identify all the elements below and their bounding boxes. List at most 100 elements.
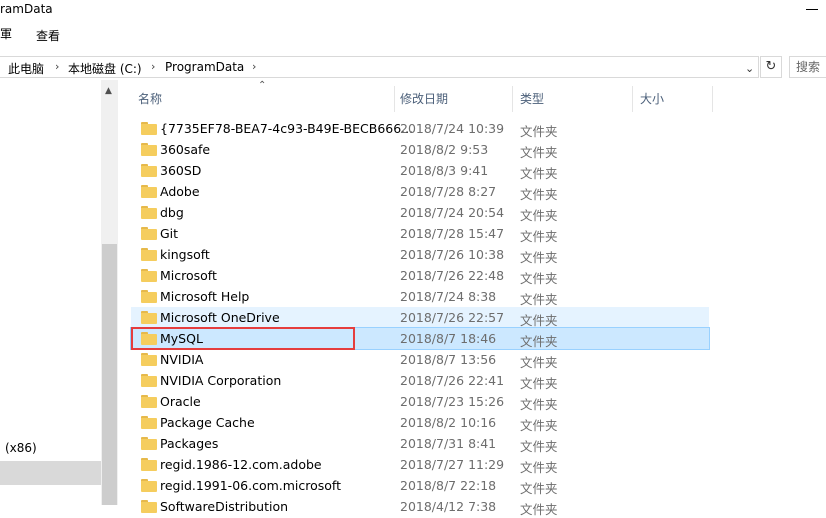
folder-icon <box>141 227 157 240</box>
ribbon-tab-partial[interactable]: 軍 <box>0 25 12 42</box>
list-item[interactable]: Git 2018/7/28 15:47 文件夹 <box>131 223 709 244</box>
file-name: Microsoft OneDrive <box>160 310 280 325</box>
file-type: 文件夹 <box>520 397 558 412</box>
nav-selected-item[interactable] <box>0 461 101 485</box>
list-item[interactable]: Microsoft OneDrive 2018/7/26 22:57 文件夹 <box>131 307 709 328</box>
tab-view[interactable]: 查看 <box>36 27 60 44</box>
file-name: Packages <box>160 436 219 451</box>
search-input[interactable]: 搜索 <box>789 56 826 78</box>
column-header-modified[interactable]: 修改日期 <box>394 86 513 112</box>
list-item[interactable]: kingsoft 2018/7/26 10:38 文件夹 <box>131 244 709 265</box>
file-modified-date: 2018/7/26 10:38 <box>400 247 505 262</box>
address-row: 此电脑 › 本地磁盘 (C:) › ProgramData › ⌄ ↻ 搜索 <box>0 54 826 80</box>
folder-icon <box>141 500 157 513</box>
nav-scrollbar[interactable]: ▲ <box>101 80 118 505</box>
file-type: 文件夹 <box>520 124 558 139</box>
file-name: SoftwareDistribution <box>160 499 289 514</box>
address-bar[interactable]: 此电脑 › 本地磁盘 (C:) › ProgramData › ⌄ <box>0 56 759 78</box>
refresh-icon: ↻ <box>765 59 777 74</box>
list-item[interactable]: SoftwareDistribution 2018/4/12 7:38 文件夹 <box>131 496 709 517</box>
list-item[interactable]: Package Cache 2018/8/2 10:16 文件夹 <box>131 412 709 433</box>
file-type: 文件夹 <box>520 334 558 349</box>
folder-icon <box>141 374 157 387</box>
file-name: regid.1991-06.com.microsoft <box>160 478 342 493</box>
file-name: Package Cache <box>160 415 255 430</box>
list-item[interactable]: Oracle 2018/7/23 15:26 文件夹 <box>131 391 709 412</box>
file-modified-date: 2018/8/7 22:18 <box>400 478 497 493</box>
folder-icon <box>141 479 157 492</box>
folder-icon <box>141 248 157 261</box>
file-modified-date: 2018/8/7 18:46 <box>400 331 497 346</box>
file-type: 文件夹 <box>520 460 558 475</box>
file-modified-date: 2018/7/26 22:41 <box>400 373 505 388</box>
refresh-button[interactable]: ↻ <box>760 56 782 78</box>
file-modified-date: 2018/8/2 10:16 <box>400 415 497 430</box>
window-title: ramData <box>0 2 53 16</box>
file-type: 文件夹 <box>520 418 558 433</box>
folder-icon <box>141 458 157 471</box>
list-item[interactable]: dbg 2018/7/24 20:54 文件夹 <box>131 202 709 223</box>
column-header-size[interactable]: 大小 <box>634 86 713 112</box>
column-header-type[interactable]: 类型 <box>514 86 633 112</box>
scroll-up-icon[interactable]: ▲ <box>105 86 112 96</box>
file-type: 文件夹 <box>520 250 558 265</box>
folder-icon <box>141 122 157 135</box>
file-name: Microsoft Help <box>160 289 250 304</box>
list-item[interactable]: 360safe 2018/8/2 9:53 文件夹 <box>131 139 709 160</box>
list-item[interactable]: regid.1986-12.com.adobe 2018/7/27 11:29 文件… <box>131 454 709 475</box>
address-history-dropdown-icon[interactable]: ⌄ <box>745 62 754 75</box>
folder-icon <box>141 269 157 282</box>
column-header-name[interactable]: 名称 <box>132 86 395 112</box>
breadcrumb-separator[interactable]: › <box>55 60 59 73</box>
file-modified-date: 2018/7/31 8:41 <box>400 436 497 451</box>
file-type: 文件夹 <box>520 187 558 202</box>
list-item[interactable]: NVIDIA 2018/8/7 13:56 文件夹 <box>131 349 709 370</box>
breadcrumb-separator[interactable]: › <box>151 60 155 73</box>
list-item[interactable]: Adobe 2018/7/28 8:27 文件夹 <box>131 181 709 202</box>
file-name: {7735EF78-BEA7-4c93-B49E-BECB666... <box>160 121 414 136</box>
list-item[interactable]: regid.1991-06.com.microsoft 2018/8/7 22:1… <box>131 475 709 496</box>
breadcrumb-local-disk[interactable]: 本地磁盘 (C:) <box>68 60 142 77</box>
file-modified-date: 2018/7/28 8:27 <box>400 184 497 199</box>
nav-item-x86[interactable]: (x86) <box>5 441 37 455</box>
file-name: regid.1986-12.com.adobe <box>160 457 322 472</box>
breadcrumb-separator[interactable]: › <box>252 60 256 73</box>
file-modified-date: 2018/7/26 22:57 <box>400 310 505 325</box>
file-name: 360safe <box>160 142 211 157</box>
list-item[interactable]: NVIDIA Corporation 2018/7/26 22:41 文件夹 <box>131 370 709 391</box>
file-name: Git <box>160 226 179 241</box>
file-type: 文件夹 <box>520 376 558 391</box>
list-item[interactable]: Microsoft Help 2018/7/24 8:38 文件夹 <box>131 286 709 307</box>
file-type: 文件夹 <box>520 481 558 496</box>
file-modified-date: 2018/8/2 9:53 <box>400 142 489 157</box>
list-item[interactable]: Packages 2018/7/31 8:41 文件夹 <box>131 433 709 454</box>
minimize-icon[interactable] <box>806 9 818 10</box>
file-type: 文件夹 <box>520 292 558 307</box>
breadcrumb-this-pc[interactable]: 此电脑 <box>8 60 44 77</box>
file-name: NVIDIA <box>160 352 204 367</box>
file-type: 文件夹 <box>520 208 558 223</box>
file-name: 360SD <box>160 163 202 178</box>
list-item[interactable]: {7735EF78-BEA7-4c93-B49E-BECB666... 2018/… <box>131 118 709 139</box>
highlight-annotation <box>131 327 355 350</box>
nav-scrollbar-thumb[interactable] <box>102 244 117 505</box>
file-name: Oracle <box>160 394 201 409</box>
file-type: 文件夹 <box>520 145 558 160</box>
file-type: 文件夹 <box>520 502 558 517</box>
file-modified-date: 2018/7/23 15:26 <box>400 394 505 409</box>
file-name: Adobe <box>160 184 200 199</box>
breadcrumb-programdata[interactable]: ProgramData <box>165 60 244 74</box>
file-modified-date: 2018/7/24 10:39 <box>400 121 505 136</box>
file-type: 文件夹 <box>520 229 558 244</box>
file-type: 文件夹 <box>520 355 558 370</box>
file-name: Microsoft <box>160 268 217 283</box>
file-modified-date: 2018/8/7 13:56 <box>400 352 497 367</box>
file-type: 文件夹 <box>520 271 558 286</box>
folder-icon <box>141 437 157 450</box>
navigation-pane: (x86) <box>0 80 101 505</box>
folder-icon <box>141 185 157 198</box>
list-item[interactable]: Microsoft 2018/7/26 22:48 文件夹 <box>131 265 709 286</box>
file-type: 文件夹 <box>520 313 558 328</box>
list-item[interactable]: 360SD 2018/8/3 9:41 文件夹 <box>131 160 709 181</box>
file-name: NVIDIA Corporation <box>160 373 282 388</box>
